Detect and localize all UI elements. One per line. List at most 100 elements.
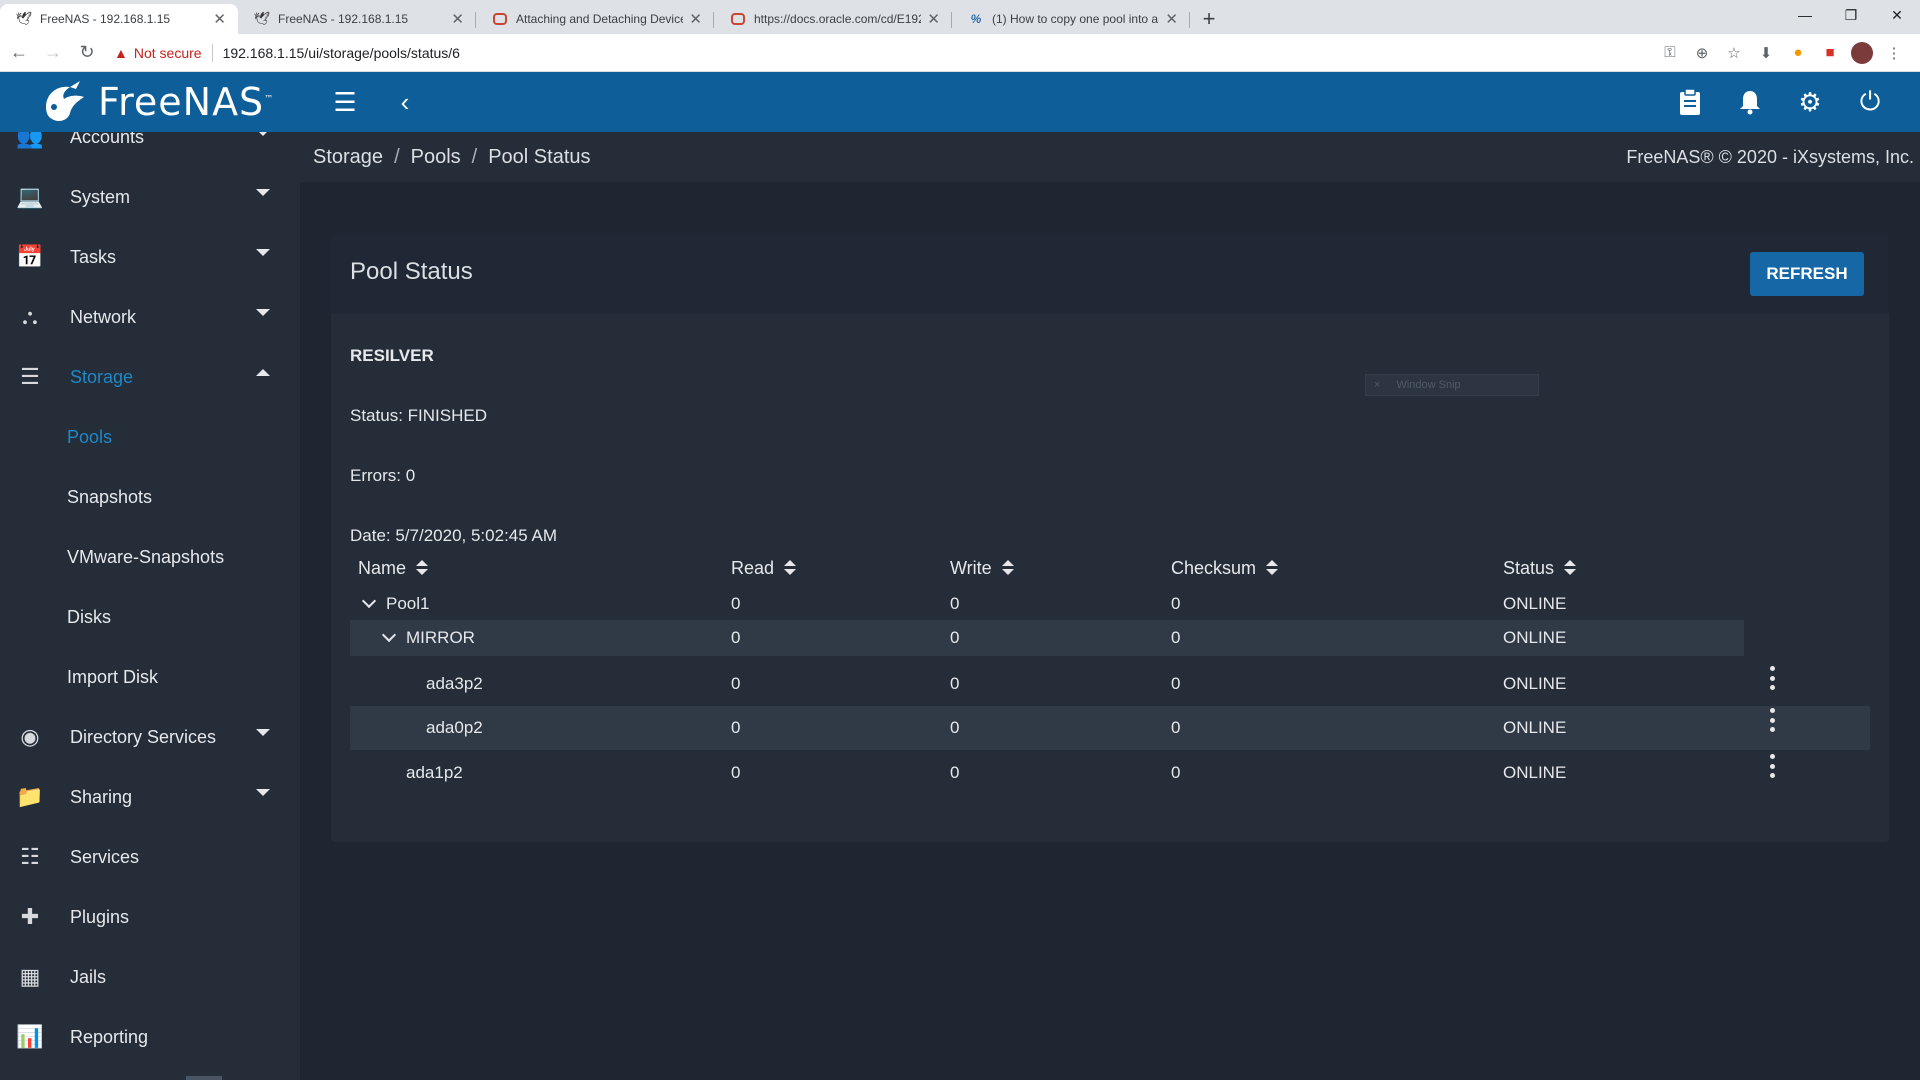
browser-tab[interactable]: % (1) How to copy one pool into an ✕ xyxy=(952,4,1190,34)
sidebar-item-accounts[interactable]: 👥 Accounts xyxy=(0,132,300,167)
breadcrumb-separator: / xyxy=(471,145,478,168)
breadcrumb-pools[interactable]: Pools xyxy=(411,146,461,169)
url-text[interactable]: 192.168.1.15/ui/storage/pools/status/6 xyxy=(223,45,460,61)
caret-down-icon xyxy=(256,309,270,316)
calendar-icon: 📅 xyxy=(16,244,44,269)
column-label: Checksum xyxy=(1171,557,1257,578)
tab-title: Attaching and Detaching Devices xyxy=(516,12,684,26)
status-cell: ONLINE xyxy=(1503,628,1567,647)
directory-icon: ◉ xyxy=(20,724,40,749)
sort-icon[interactable] xyxy=(1001,560,1014,576)
close-icon[interactable]: ✕ xyxy=(689,10,702,28)
sidebar-subitem-pools[interactable]: Pools xyxy=(67,407,112,467)
browser-tab[interactable]: https://docs.oracle.com/cd/E1925 ✕ xyxy=(714,4,952,34)
forward-icon[interactable]: → xyxy=(38,38,68,68)
name-cell: MIRROR xyxy=(381,620,475,656)
key-icon[interactable]: ⚿ xyxy=(1654,39,1686,67)
hamburger-menu-icon[interactable]: ☰ xyxy=(325,82,365,122)
table-row[interactable]: ada3p2 0 0 0 ONLINE xyxy=(350,664,1870,704)
read-cell: 0 xyxy=(731,628,741,647)
sidebar-item-sharing[interactable]: 📁 Sharing xyxy=(0,767,300,827)
close-icon[interactable]: ✕ xyxy=(451,10,464,28)
close-icon[interactable]: ✕ xyxy=(927,10,940,28)
sort-icon[interactable] xyxy=(1266,560,1279,576)
top-navbar: FreeNAS™ ☰ ‹ ⚙ ⏻ xyxy=(0,72,1920,132)
sidebar-item-services[interactable]: ☷ Services xyxy=(0,827,300,887)
sort-icon[interactable] xyxy=(416,560,429,576)
more-vert-icon[interactable] xyxy=(1768,708,1776,732)
browser-tab[interactable]: 🕊 FreeNAS - 192.168.1.15 ✕ xyxy=(0,4,238,34)
table-row[interactable]: ada0p2 0 0 0 ONLINE xyxy=(350,706,1870,750)
write-cell: 0 xyxy=(950,763,960,782)
tab-title: https://docs.oracle.com/cd/E1925 xyxy=(754,12,922,26)
zoom-icon[interactable]: ⊕ xyxy=(1686,39,1718,67)
brand[interactable]: FreeNAS™ xyxy=(40,72,274,132)
sidebar-item-reporting[interactable]: 📊 Reporting xyxy=(0,1007,300,1067)
close-icon[interactable]: ✕ xyxy=(213,10,226,28)
minimize-icon[interactable]: — xyxy=(1782,0,1828,30)
sidebar-scrollbar[interactable] xyxy=(186,1076,222,1080)
copyright-text[interactable]: FreeNAS® © 2020 - iXsystems, Inc. xyxy=(1626,132,1914,182)
sidebar-item-network[interactable]: ⛬ Network xyxy=(0,287,300,347)
download-icon[interactable]: ⬇ xyxy=(1750,39,1782,67)
address-bar[interactable]: ▲ Not secure 192.168.1.15/ui/storage/poo… xyxy=(114,38,1654,68)
column-header-name[interactable]: Name xyxy=(358,552,429,584)
sidebar-item-label: Services xyxy=(70,846,140,867)
more-vert-icon[interactable] xyxy=(1768,666,1776,690)
browser-tab[interactable]: Attaching and Detaching Devices ✕ xyxy=(476,4,714,34)
gear-icon[interactable]: ⚙ xyxy=(1780,82,1840,122)
column-header-read[interactable]: Read xyxy=(731,552,797,584)
sidebar-subitem-import-disk[interactable]: Import Disk xyxy=(67,647,158,707)
more-menu-icon[interactable]: ⋮ xyxy=(1878,39,1910,67)
expand-chevron-icon[interactable] xyxy=(381,627,397,643)
status-cell: ONLINE xyxy=(1503,674,1567,693)
extension-icon[interactable]: ■ xyxy=(1814,39,1846,67)
table-row[interactable]: Pool1 0 0 0 ONLINE xyxy=(350,586,1870,622)
bell-icon[interactable] xyxy=(1720,82,1780,122)
browser-tab[interactable]: 🕊 FreeNAS - 192.168.1.15 ✕ xyxy=(238,4,476,34)
sidebar-item-label: Plugins xyxy=(70,906,130,927)
checksum-cell: 0 xyxy=(1171,594,1181,613)
warning-icon: ▲ xyxy=(114,44,128,61)
sidebar-subitem-disks[interactable]: Disks xyxy=(67,587,111,647)
more-vert-icon[interactable] xyxy=(1768,754,1776,778)
sidebar-item-jails[interactable]: ▦ Jails xyxy=(0,947,300,1007)
clipboard-icon[interactable] xyxy=(1660,82,1720,122)
reload-icon[interactable]: ↻ xyxy=(72,38,102,68)
security-label[interactable]: Not secure xyxy=(134,45,202,61)
power-icon[interactable]: ⏻ xyxy=(1840,82,1900,122)
table-row[interactable]: MIRROR 0 0 0 ONLINE xyxy=(350,620,1744,656)
sort-icon[interactable] xyxy=(784,560,797,576)
column-header-checksum[interactable]: Checksum xyxy=(1171,552,1279,584)
expand-chevron-icon[interactable] xyxy=(361,593,377,609)
restore-icon[interactable]: ❐ xyxy=(1828,0,1874,30)
caret-down-icon xyxy=(256,729,270,736)
read-cell: 0 xyxy=(731,594,741,613)
sidebar-item-plugins[interactable]: ✚ Plugins xyxy=(0,887,300,947)
puzzle-icon: ✚ xyxy=(20,904,40,929)
profile-avatar[interactable] xyxy=(1851,41,1873,64)
caret-down-icon xyxy=(256,789,270,796)
chevron-left-icon[interactable]: ‹ xyxy=(385,82,425,122)
close-icon[interactable]: ✕ xyxy=(1165,10,1178,28)
sidebar-subitem-vmware-snapshots[interactable]: VMware-Snapshots xyxy=(67,527,224,587)
sort-icon[interactable] xyxy=(1564,560,1577,576)
sidebar-item-directory-services[interactable]: ◉ Directory Services xyxy=(0,707,300,767)
sidebar-item-storage[interactable]: ☰ Storage xyxy=(0,347,300,407)
oracle-icon xyxy=(492,11,508,27)
back-icon[interactable]: ← xyxy=(4,38,34,68)
breadcrumb-storage[interactable]: Storage xyxy=(313,146,383,169)
sidebar-subitem-snapshots[interactable]: Snapshots xyxy=(67,467,152,527)
refresh-button[interactable]: REFRESH xyxy=(1750,252,1864,296)
name-cell: ada1p2 xyxy=(406,763,463,782)
star-icon[interactable]: ☆ xyxy=(1718,39,1750,67)
window-controls: — ❐ ✕ xyxy=(1782,0,1920,30)
table-row[interactable]: ada1p2 0 0 0 ONLINE xyxy=(350,752,1870,794)
new-tab-button[interactable]: + xyxy=(1194,4,1224,34)
extension-icon[interactable]: ● xyxy=(1782,39,1814,67)
column-header-status[interactable]: Status xyxy=(1503,552,1577,584)
column-header-write[interactable]: Write xyxy=(950,552,1014,584)
close-window-icon[interactable]: ✕ xyxy=(1874,0,1920,30)
sidebar-item-tasks[interactable]: 📅 Tasks xyxy=(0,227,300,287)
sidebar-item-system[interactable]: 💻 System xyxy=(0,167,300,227)
